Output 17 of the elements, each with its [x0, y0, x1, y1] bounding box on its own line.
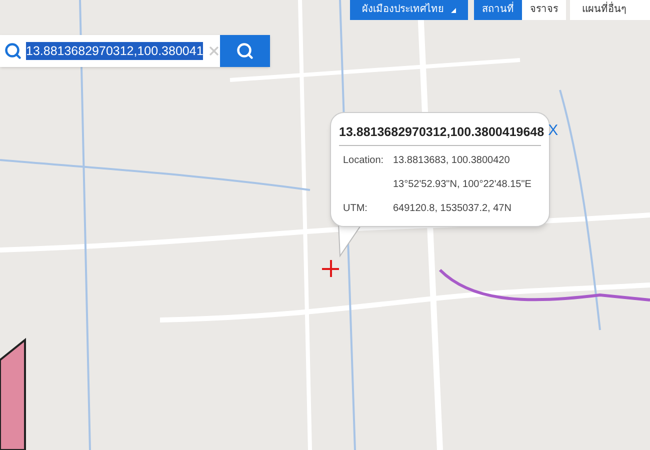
other-maps-dropdown[interactable]: แผนที่อื่นๆ: [570, 0, 650, 20]
marker-icon: [322, 260, 339, 277]
map-tab[interactable]: จราจร: [522, 0, 566, 20]
field-value: 13.8813683, 100.3800420: [393, 154, 511, 168]
search-button[interactable]: [220, 35, 270, 67]
field-value: 13°52'52.93"N, 100°22'48.15"E: [393, 178, 532, 192]
search-value: 13.8813682970312,100.380041: [26, 42, 204, 60]
field-value: 649120.8, 1535037.2, 47N: [393, 202, 512, 216]
popup-title: 13.8813682970312,100.3800419648: [339, 124, 544, 141]
layer-dropdown[interactable]: ผังเมืองประเทศไทย: [350, 0, 468, 20]
caret-icon: [451, 8, 456, 12]
field-label: Location:: [343, 154, 385, 168]
field-label: UTM:: [343, 202, 368, 216]
search-icon: [236, 42, 254, 60]
map-tab[interactable]: สถานที่: [474, 0, 522, 20]
search-icon: [4, 42, 22, 60]
close-button[interactable]: X: [548, 123, 558, 138]
